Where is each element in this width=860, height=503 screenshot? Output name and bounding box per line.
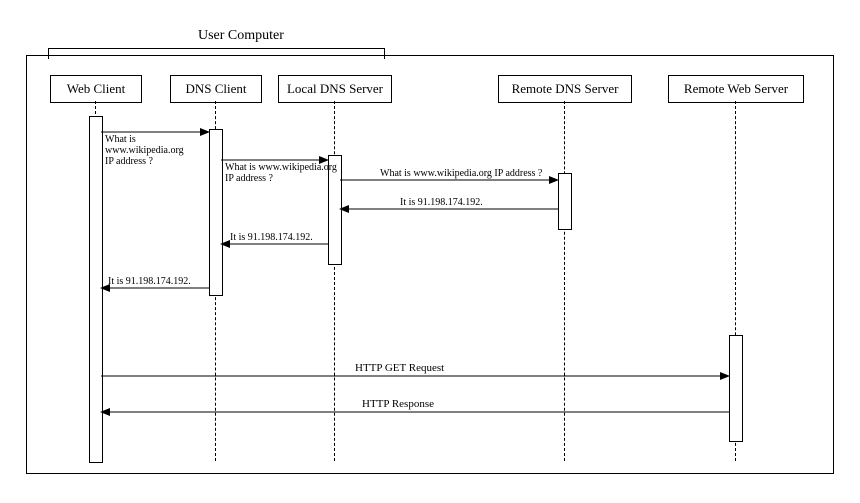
message-2: What is www.wikipedia.org IP address ? [225,162,337,184]
message-3: What is www.wikipedia.org IP address ? [380,168,542,179]
message-7: HTTP GET Request [355,363,444,374]
participant-label: Remote DNS Server [512,81,619,97]
activation-remote-web [729,335,743,442]
message-6: It is 91.198.174.192. [108,276,191,287]
participant-remote-web: Remote Web Server [668,75,804,103]
message-8: HTTP Response [362,399,434,410]
participant-label: DNS Client [185,81,246,97]
message-1: What is www.wikipedia.org IP address ? [105,134,184,167]
activation-dns-client [209,129,223,296]
participant-label: Web Client [67,81,126,97]
outer-frame [26,55,834,474]
message-5: It is 91.198.174.192. [230,232,313,243]
participant-dns-client: DNS Client [170,75,262,103]
message-4: It is 91.198.174.192. [400,197,483,208]
participant-label: Local DNS Server [287,81,383,97]
participant-local-dns: Local DNS Server [278,75,392,103]
participant-label: Remote Web Server [684,81,788,97]
participant-remote-dns: Remote DNS Server [498,75,632,103]
activation-web-client [89,116,103,463]
group-title: User Computer [198,28,284,44]
sequence-diagram: User Computer Web Client DNS Client Loca… [0,0,860,503]
lifeline-remote-dns [564,101,565,461]
group-bracket [48,48,385,59]
participant-web-client: Web Client [50,75,142,103]
activation-remote-dns [558,173,572,230]
